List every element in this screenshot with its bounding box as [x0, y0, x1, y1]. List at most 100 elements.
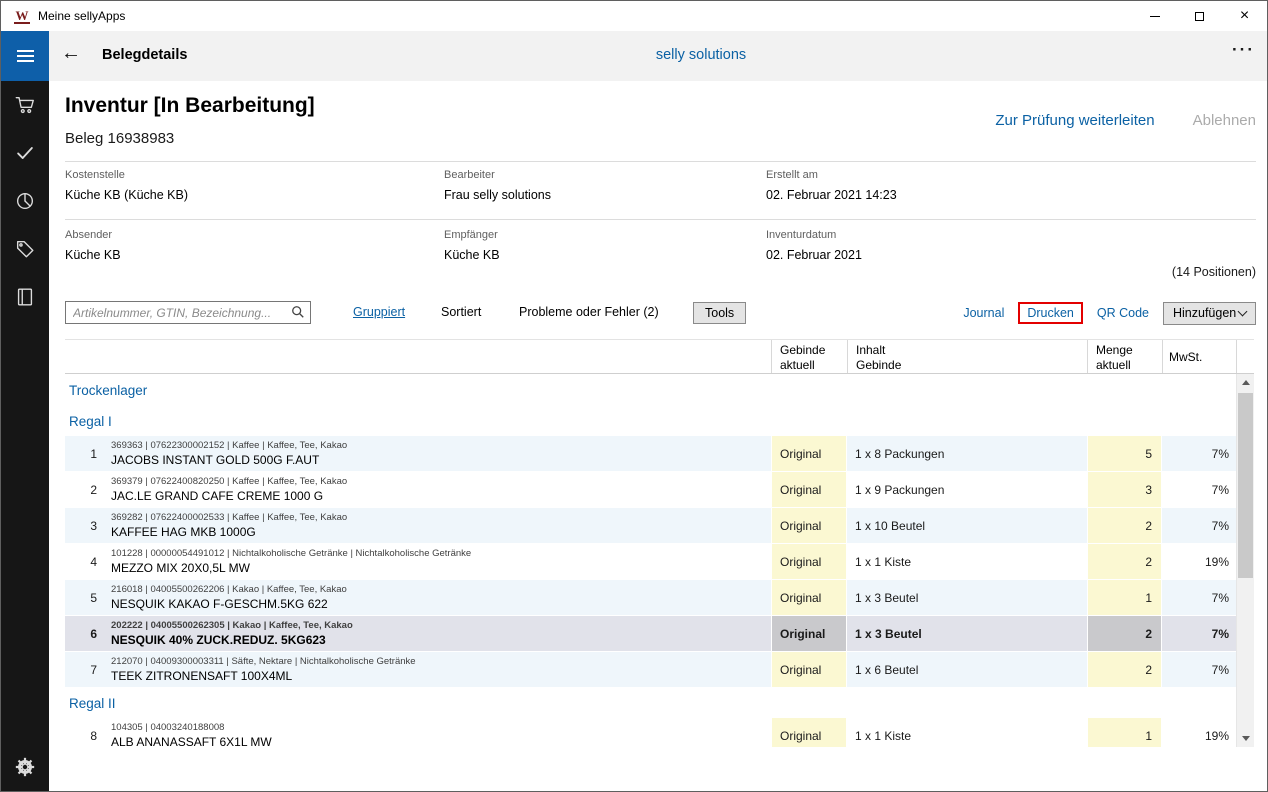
- mwst-cell: 7%: [1162, 472, 1236, 507]
- table-body: TrockenlagerRegal I1369363 | 07622300002…: [65, 374, 1236, 747]
- gebinde-cell[interactable]: Original: [771, 472, 847, 507]
- gebinde-cell[interactable]: Original: [771, 580, 847, 615]
- vertical-scrollbar[interactable]: [1236, 374, 1254, 747]
- search-icon[interactable]: [291, 305, 305, 319]
- minimize-button[interactable]: [1132, 1, 1177, 31]
- search-box: [65, 301, 311, 324]
- menge-cell[interactable]: 1: [1087, 718, 1162, 747]
- article-cell: 369363 | 07622300002152 | Kaffee | Kaffe…: [107, 436, 771, 471]
- meta-label: Kostenstelle: [65, 169, 125, 181]
- main-content: Inventur [In Bearbeitung] Beleg 16938983…: [49, 81, 1268, 792]
- probleme-fehler-link[interactable]: Probleme oder Fehler (2): [519, 305, 659, 319]
- more-options-icon[interactable]: ···: [1232, 40, 1255, 60]
- journal-link[interactable]: Journal: [963, 306, 1004, 320]
- menge-cell[interactable]: 2: [1087, 508, 1162, 543]
- gebinde-cell[interactable]: Original: [771, 652, 847, 687]
- meta-value: Küche KB (Küche KB): [65, 188, 188, 202]
- inhalt-cell[interactable]: 1 x 10 Beutel: [847, 508, 1087, 543]
- article-name: KAFFEE HAG MKB 1000G: [111, 525, 256, 540]
- back-button[interactable]: ←: [61, 42, 81, 65]
- check-icon[interactable]: [1, 129, 49, 177]
- inhalt-cell[interactable]: 1 x 1 Kiste: [847, 718, 1087, 747]
- hinzufuegen-button[interactable]: Hinzufügen: [1163, 302, 1256, 325]
- qr-code-link[interactable]: QR Code: [1097, 306, 1149, 320]
- row-number: 7: [65, 652, 107, 687]
- row-number: 5: [65, 580, 107, 615]
- group-row[interactable]: Regal II: [65, 688, 1236, 718]
- tools-button[interactable]: Tools: [693, 302, 746, 324]
- table-row[interactable]: 7 212070 | 04009300003311 | Säfte, Nektar…: [65, 652, 1236, 688]
- hamburger-menu-icon[interactable]: [1, 31, 49, 81]
- header-mwst: MwSt.: [1162, 340, 1236, 373]
- minimize-icon: [1150, 16, 1160, 17]
- table-row[interactable]: 2369379 | 07622400820250 | Kaffee | Kaff…: [65, 472, 1236, 508]
- close-button[interactable]: ×: [1222, 1, 1267, 31]
- page-title: Belegdetails: [102, 47, 187, 63]
- pie-chart-icon[interactable]: [1, 177, 49, 225]
- gebinde-cell[interactable]: Original: [771, 718, 847, 747]
- forward-for-review-link[interactable]: Zur Prüfung weiterleiten: [995, 112, 1154, 129]
- catalog-book-icon[interactable]: [1, 273, 49, 321]
- gebinde-cell[interactable]: Original: [771, 436, 847, 471]
- menge-cell[interactable]: 2: [1087, 616, 1162, 651]
- mwst-cell: 7%: [1162, 508, 1236, 543]
- gebinde-cell[interactable]: Original: [771, 616, 847, 651]
- scroll-up-arrow[interactable]: [1237, 374, 1254, 391]
- inhalt-cell[interactable]: 1 x 6 Beutel: [847, 652, 1087, 687]
- article-name: NESQUIK KAKAO F-GESCHM.5KG 622: [111, 597, 328, 612]
- menge-cell[interactable]: 2: [1087, 652, 1162, 687]
- command-bar: ← Belegdetails selly solutions ···: [1, 31, 1267, 81]
- maximize-button[interactable]: [1177, 1, 1222, 31]
- menge-cell[interactable]: 1: [1087, 580, 1162, 615]
- window-title: Meine sellyApps: [38, 9, 125, 23]
- row-number: 1: [65, 436, 107, 471]
- table-row[interactable]: 4101228 | 00000054491012 | Nichtalkoholi…: [65, 544, 1236, 580]
- table-row[interactable]: 3369282 | 07622400002533 | Kaffee | Kaff…: [65, 508, 1236, 544]
- group-label: Regal I: [69, 414, 112, 429]
- meta-value: 02. Februar 2021 14:23: [766, 188, 897, 202]
- positions-count: (14 Positionen): [1172, 265, 1256, 279]
- header-gebinde-aktuell: Gebindeaktuell: [771, 340, 847, 373]
- search-input[interactable]: [65, 301, 311, 324]
- table-row[interactable]: 1369363 | 07622300002152 | Kaffee | Kaff…: [65, 436, 1236, 472]
- article-name: ALB ANANASSAFT 6X1L MW: [111, 735, 272, 748]
- inhalt-cell[interactable]: 1 x 1 Kiste: [847, 544, 1087, 579]
- menge-cell[interactable]: 2: [1087, 544, 1162, 579]
- header-article: [107, 340, 771, 373]
- table-row[interactable]: 6202222 | 04005500262305 | Kakao | Kaffe…: [65, 616, 1236, 652]
- article-cell: 216018 | 04005500262206 | Kakao | Kaffee…: [107, 580, 771, 615]
- inhalt-cell[interactable]: 1 x 3 Beutel: [847, 580, 1087, 615]
- inhalt-cell[interactable]: 1 x 9 Packungen: [847, 472, 1087, 507]
- sidebar: [1, 81, 49, 791]
- scroll-down-arrow[interactable]: [1237, 730, 1254, 747]
- gebinde-cell[interactable]: Original: [771, 508, 847, 543]
- divider: [65, 161, 1256, 162]
- row-number: 4: [65, 544, 107, 579]
- settings-gear-icon[interactable]: [1, 743, 49, 791]
- menge-cell[interactable]: 3: [1087, 472, 1162, 507]
- inhalt-cell[interactable]: 1 x 3 Beutel: [847, 616, 1087, 651]
- scroll-thumb[interactable]: [1238, 393, 1253, 578]
- header-inhalt-gebinde: InhaltGebinde: [847, 340, 1087, 373]
- gruppiert-link[interactable]: Gruppiert: [353, 305, 405, 319]
- article-cell: 101228 | 00000054491012 | Nichtalkoholis…: [107, 544, 771, 579]
- drucken-link[interactable]: Drucken: [1027, 306, 1074, 320]
- article-meta: 212070 | 04009300003311 | Säfte, Nektare…: [111, 656, 416, 668]
- table-header: Gebindeaktuell InhaltGebinde Mengeaktuel…: [65, 339, 1254, 374]
- group-row[interactable]: Regal I: [65, 406, 1236, 436]
- sortiert-link[interactable]: Sortiert: [441, 305, 481, 319]
- price-tag-icon[interactable]: [1, 225, 49, 273]
- inhalt-cell[interactable]: 1 x 8 Packungen: [847, 436, 1087, 471]
- app-name-center: selly solutions: [656, 47, 746, 63]
- group-row[interactable]: Trockenlager: [65, 374, 1236, 406]
- article-name: MEZZO MIX 20X0,5L MW: [111, 561, 250, 576]
- triangle-down-icon: [1242, 736, 1250, 741]
- table-row[interactable]: 5216018 | 04005500262206 | Kakao | Kaffe…: [65, 580, 1236, 616]
- reject-link[interactable]: Ablehnen: [1193, 112, 1256, 129]
- menge-cell[interactable]: 5: [1087, 436, 1162, 471]
- article-name: JAC.LE GRAND CAFE CREME 1000 G: [111, 489, 323, 504]
- cart-icon[interactable]: [1, 81, 49, 129]
- gebinde-cell[interactable]: Original: [771, 544, 847, 579]
- article-cell: 212070 | 04009300003311 | Säfte, Nektare…: [107, 652, 771, 687]
- table-row[interactable]: 8104305 | 04003240188008ALB ANANASSAFT 6…: [65, 718, 1236, 747]
